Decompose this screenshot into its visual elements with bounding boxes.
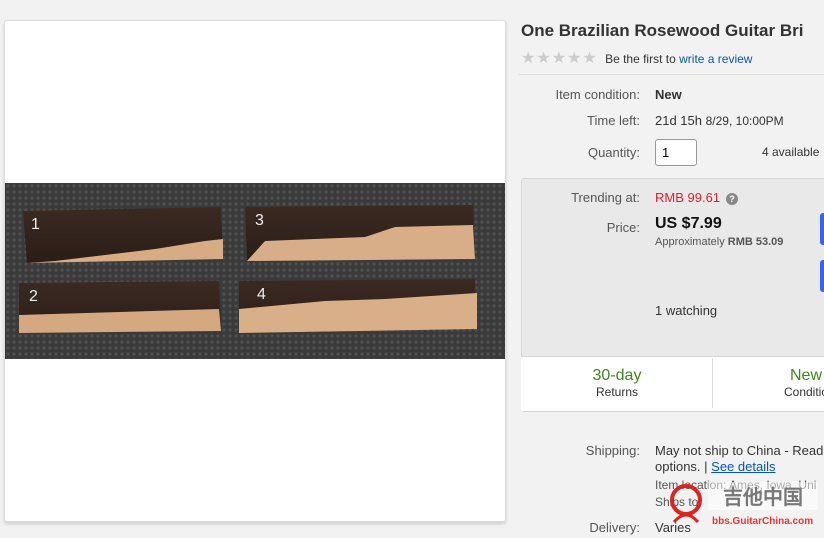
watching-count: 1 watching [655, 303, 718, 318]
write-review-link[interactable]: write a review [679, 52, 752, 66]
quantity-input[interactable] [655, 139, 697, 166]
shipping-line2: options. | See details [655, 459, 775, 474]
product-photo[interactable]: 1 2 3 4 [5, 183, 505, 359]
returns-cell: 30-day Returns [521, 357, 713, 411]
time-left-label: Time left: [587, 113, 640, 128]
approx-prefix: Approximately [655, 236, 725, 248]
condition-small: Conditio [783, 385, 824, 399]
trending-label: Trending at: [571, 190, 640, 205]
trending-value: RMB 99.61? [655, 190, 739, 205]
condition-label: Item condition: [555, 87, 640, 102]
approx-price: Approximately RMB 53.09 [655, 236, 783, 248]
quantity-label: Quantity: [587, 145, 640, 160]
piece-label-3: 3 [255, 212, 264, 229]
time-left-value: 21d 15h 8/29, 10:00PM [655, 113, 784, 128]
condition-value: New [655, 87, 682, 102]
guitarchina-logo-icon: 吉他中国 bbs.GuitarChina.com [670, 482, 818, 527]
help-icon[interactable]: ? [726, 193, 739, 205]
rosewood-pieces-image: 1 2 3 4 [5, 183, 505, 359]
condition-big: New [789, 367, 822, 384]
shipping-label: Shipping: [585, 443, 640, 458]
add-to-cart-button[interactable] [820, 260, 824, 292]
returns-days: 30-day [592, 367, 642, 384]
trending-price: RMB 99.61 [655, 190, 721, 205]
shipping-line1: May not ship to China - Read [655, 443, 824, 458]
watermark-url: bbs.GuitarChina.com [712, 516, 813, 527]
watermark-logo: 吉他中国 bbs.GuitarChina.com [668, 478, 824, 533]
buy-it-now-button[interactable] [820, 213, 824, 245]
piece-label-4: 4 [257, 286, 266, 303]
piece-label-1: 1 [31, 216, 40, 233]
approx-value: RMB 53.09 [727, 236, 784, 248]
price-label: Price: [606, 220, 640, 235]
shipping-options-text: options. | [655, 459, 708, 474]
quantity-available: 4 available [762, 145, 820, 159]
image-gallery[interactable]: 1 2 3 4 [4, 20, 506, 522]
condition-cell: New Conditio [771, 357, 824, 411]
returns-divider [712, 358, 713, 408]
time-left-remaining: 21d 15h [655, 113, 702, 128]
returns-label: Returns [595, 385, 639, 399]
svg-text:吉他中国: 吉他中国 [723, 485, 803, 509]
price-value: US $7.99 [655, 215, 722, 232]
returns-bar: 30-day Returns New Conditio [521, 356, 824, 411]
piece-label-2: 2 [29, 288, 38, 305]
time-left-end: 8/29, 10:00PM [705, 114, 784, 128]
see-details-link[interactable]: See details [711, 459, 775, 474]
rating-prompt: Be the first to [605, 52, 676, 66]
divider [519, 74, 824, 75]
star-icon: ★★★★★ [521, 50, 598, 67]
listing-title: One Brazilian Rosewood Guitar Bri [521, 21, 804, 40]
rating-row: ★★★★★ Be the first to write a review [521, 48, 752, 68]
